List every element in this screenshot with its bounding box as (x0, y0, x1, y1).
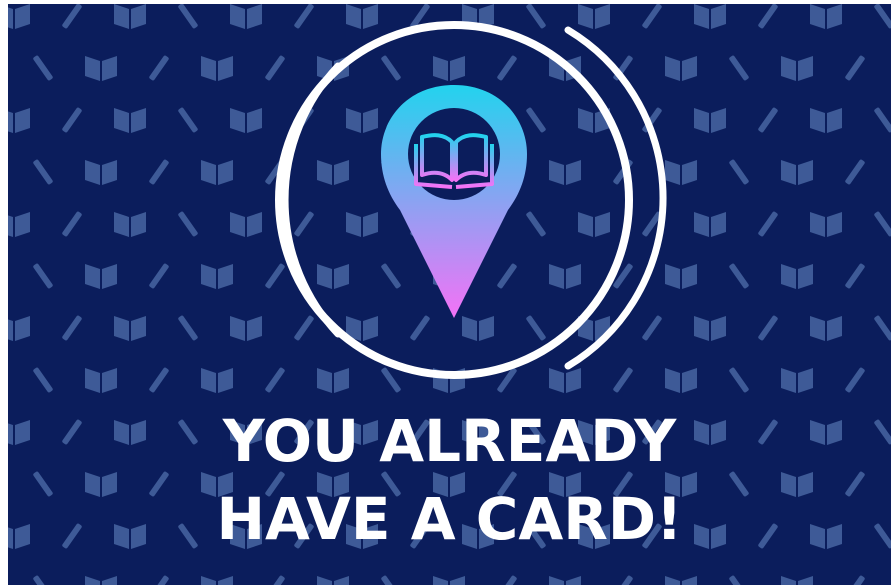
headline-line-2: HAVE A CARD! (216, 485, 683, 553)
pencil-icon (148, 574, 170, 585)
pencil-icon (612, 574, 634, 585)
headline-line-1: YOU ALREADY (222, 407, 677, 475)
book-icon (781, 576, 813, 585)
card-graphic: YOU ALREADY HAVE A CARD! (8, 4, 891, 585)
book-icon (433, 576, 465, 585)
book-icon (85, 576, 117, 585)
book-icon (201, 576, 233, 585)
pencil-icon (728, 574, 750, 585)
pencil-icon (844, 574, 866, 585)
outer-arc-left (281, 62, 342, 338)
book-icon (549, 576, 581, 585)
pencil-icon (380, 574, 402, 585)
location-pin-icon (381, 85, 527, 318)
pencil-icon (496, 574, 518, 585)
emblem (275, 21, 667, 379)
pencil-icon (264, 574, 286, 585)
pencil-icon (32, 574, 54, 585)
book-icon (665, 576, 697, 585)
book-icon (317, 576, 349, 585)
